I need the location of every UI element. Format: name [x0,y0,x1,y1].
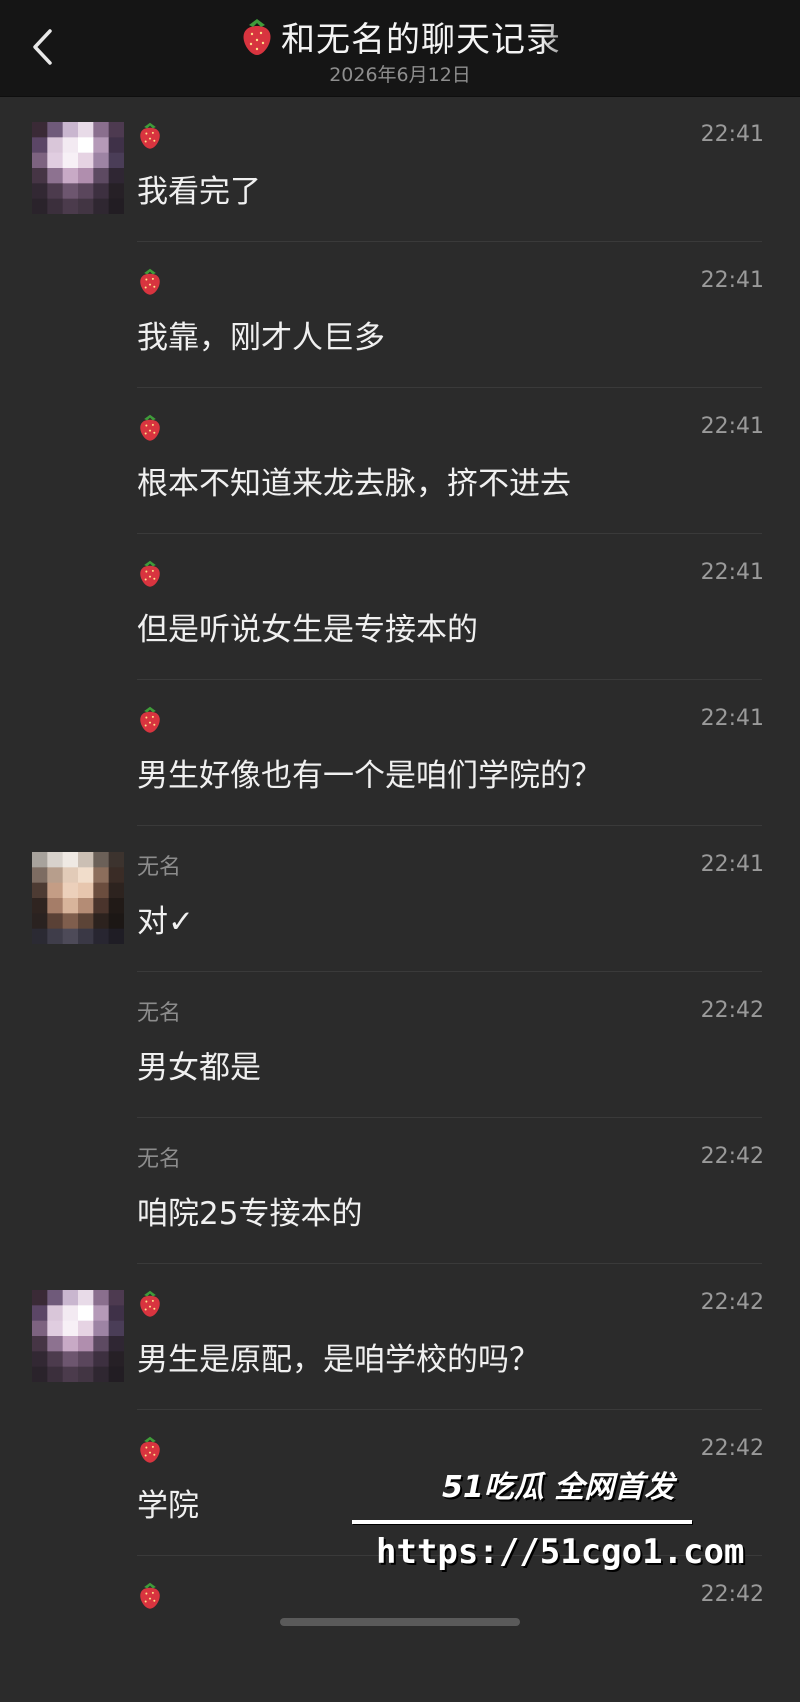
message-time: 22:42 [700,1436,764,1461]
strawberry-icon [140,706,160,733]
sender-name [137,412,163,442]
avatar[interactable] [32,852,124,944]
message-text: 我看完了 [137,174,261,210]
sender-name [137,1288,163,1318]
message-item[interactable]: 22:41 根本不知道来龙去脉，挤不进去 [0,388,800,534]
message-text: 男生是原配，是咱学校的吗？ [137,1342,540,1378]
strawberry-icon [140,1582,160,1609]
message-text: 男女都是 [137,1050,261,1086]
sender-name: 无名 [137,996,181,1026]
message-text: 对✓ [137,904,194,940]
message-text: 我靠，刚才人巨多 [137,320,385,356]
message-time: 22:41 [700,560,764,585]
watermark-url: https://51cgo1.com [376,1532,745,1572]
chat-header: 和无名的聊天记录 2026年6月12日 [0,0,800,97]
message-text: 男生好像也有一个是咱们学院的？ [137,758,602,794]
strawberry-icon [140,122,160,149]
sender-name [137,120,163,150]
sender-name [137,558,163,588]
sender-name [137,704,163,734]
avatar[interactable] [32,122,124,214]
sender-name [137,266,163,296]
sender-name: 无名 [137,1142,181,1172]
message-text: 咱院25专接本的 [137,1196,363,1232]
message-item[interactable]: 22:41 我看完了 [0,96,800,242]
watermark-slogan: 51吃瓜 全网首发 [442,1470,675,1505]
sender-name [137,1580,163,1610]
sender-label: 无名 [137,1147,182,1172]
message-item[interactable]: 无名 22:42 男女都是 [0,972,800,1118]
message-text: 学院 [137,1488,199,1524]
message-text: 根本不知道来龙去脉，挤不进去 [137,466,571,502]
message-item[interactable]: 无名 22:42 咱院25专接本的 [0,1118,800,1264]
strawberry-icon [140,560,160,587]
sender-label: 无名 [137,855,182,880]
message-time: 22:42 [700,1582,764,1607]
message-item[interactable]: 22:41 男生好像也有一个是咱们学院的？ [0,680,800,826]
message-item[interactable]: 22:42 男生是原配，是咱学校的吗？ [0,1264,800,1410]
message-item[interactable]: 无名 22:41 对✓ [0,826,800,972]
message-item[interactable]: 22:41 我靠，刚才人巨多 [0,242,800,388]
message-time: 22:42 [700,998,764,1023]
message-item[interactable]: 22:41 但是听说女生是专接本的 [0,534,800,680]
message-time: 22:42 [700,1290,764,1315]
message-time: 22:41 [700,706,764,731]
strawberry-icon [243,19,271,55]
message-text: 但是听说女生是专接本的 [137,612,478,648]
home-indicator[interactable] [280,1618,520,1626]
chat-date: 2026年6月12日 [329,64,471,86]
avatar[interactable] [32,1290,124,1382]
message-time: 22:42 [700,1144,764,1169]
message-time: 22:41 [700,414,764,439]
message-time: 22:41 [700,268,764,293]
watermark: 51吃瓜 全网首发 https://51cgo1.com [352,1462,744,1582]
watermark-divider [352,1520,692,1524]
message-time: 22:41 [700,852,764,877]
sender-label: 无名 [137,1001,182,1026]
strawberry-icon [140,1290,160,1317]
page-title: 和无名的聊天记录 [281,19,561,60]
strawberry-icon [140,414,160,441]
strawberry-icon [140,1436,160,1463]
sender-name: 无名 [137,850,181,880]
sender-name [137,1434,163,1464]
message-time: 22:41 [700,122,764,147]
strawberry-icon [140,268,160,295]
